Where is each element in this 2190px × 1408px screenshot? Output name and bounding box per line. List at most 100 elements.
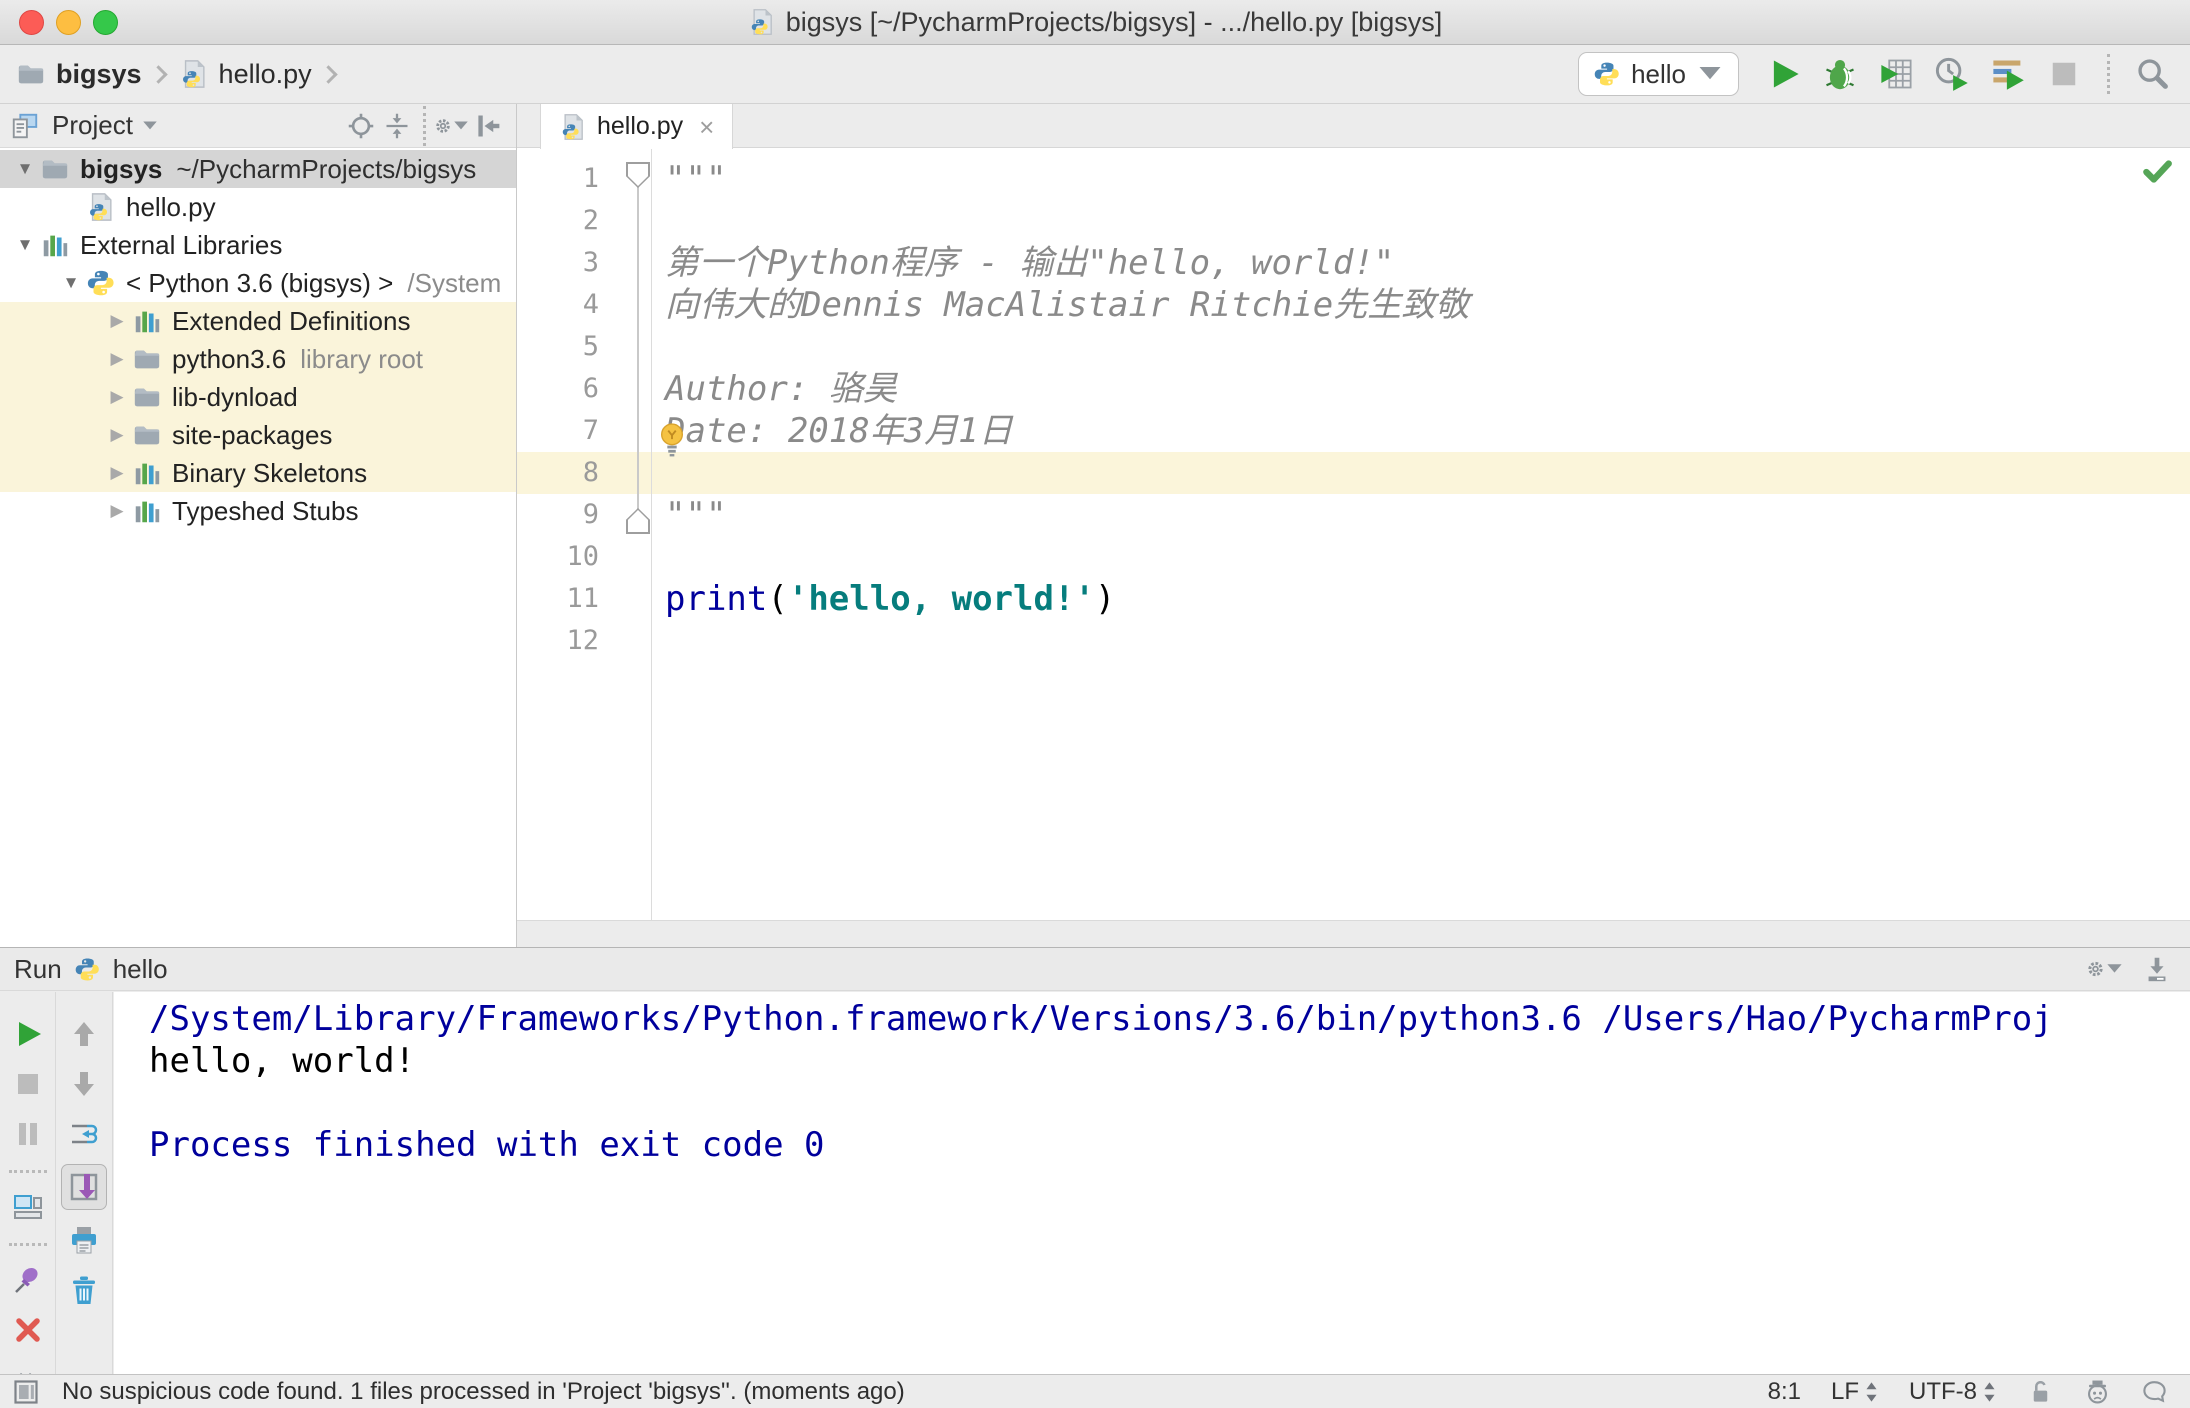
close-window-button[interactable] — [19, 9, 44, 35]
settings-button[interactable] — [2086, 950, 2124, 988]
code-line-6[interactable]: 6 Author: 骆昊 — [517, 368, 2190, 410]
locate-button[interactable] — [343, 108, 379, 144]
up-stack-trace-icon — [68, 1018, 100, 1050]
collapse-all-icon — [383, 112, 411, 140]
run-panel-header[interactable]: Run hello — [0, 947, 2190, 991]
up-stack-trace-button[interactable] — [64, 1014, 104, 1054]
stop-button[interactable] — [8, 1064, 48, 1104]
run-configuration-select[interactable]: hello — [1578, 52, 1739, 96]
code-token: 向伟大的Dennis MacAlistair Ritchie先生致敬 — [665, 285, 1470, 325]
project-panel-title[interactable]: Project — [52, 110, 133, 141]
search-everywhere-button[interactable] — [2132, 53, 2174, 95]
tree-item-label: Extended Definitions — [172, 305, 411, 336]
tree-item-external-libraries[interactable]: ▼ External Libraries — [0, 226, 516, 264]
settings-button[interactable] — [434, 108, 470, 144]
tree-item-label: python3.6 — [172, 343, 287, 374]
toolbar-actions — [1763, 53, 2174, 95]
tree-item-bigsys[interactable]: ▼ bigsys ~/PycharmProjects/bigsys — [0, 150, 516, 188]
tree-item-lib-dynload[interactable]: ▶ lib-dynload — [0, 378, 516, 416]
code-line-9[interactable]: 9 """ — [517, 494, 2190, 536]
run-with-coverage-button[interactable] — [1875, 53, 1917, 95]
tree-item-python-3-6-bigsys[interactable]: ▼ < Python 3.6 (bigsys) > /System — [0, 264, 516, 302]
close-button[interactable] — [8, 1310, 48, 1350]
scroll-down-icon — [2142, 954, 2172, 984]
tree-item-annotation: ~/PycharmProjects/bigsys — [176, 153, 477, 184]
code-line-1[interactable]: 1 """ — [517, 158, 2190, 200]
clear-all-button[interactable] — [64, 1270, 104, 1310]
window-title: bigsys [~/PycharmProjects/bigsys] - .../… — [785, 6, 1443, 37]
editor-scrollbar-strip[interactable] — [517, 920, 2190, 947]
code-line-2[interactable]: 2 — [517, 200, 2190, 242]
chevron-down-icon — [1696, 60, 1724, 88]
feedback-bubble-icon[interactable] — [2141, 1378, 2168, 1405]
code-line-3[interactable]: 3 第一个Python程序 - 输出"hello, world!" — [517, 242, 2190, 284]
project-tree: ▼ bigsys ~/PycharmProjects/bigsys hello.py ▼… — [0, 148, 516, 947]
clear-all-icon — [68, 1274, 100, 1306]
expand-arrow-icon[interactable]: ▶ — [102, 501, 132, 521]
intention-bulb-icon[interactable] — [657, 422, 687, 458]
close-tab-icon[interactable]: × — [699, 114, 714, 140]
print-button[interactable] — [64, 1220, 104, 1260]
line-separator-widget[interactable]: LF — [1831, 1378, 1879, 1406]
collapse-arrow-icon[interactable]: ▼ — [56, 273, 86, 293]
rerun-button[interactable] — [8, 1014, 48, 1054]
run-console[interactable]: /System/Library/Frameworks/Python.framew… — [114, 992, 2190, 1374]
hector-inspector-icon[interactable] — [2084, 1378, 2111, 1405]
expand-arrow-icon[interactable]: ▶ — [102, 463, 132, 483]
chevron-down-icon — [2105, 954, 2124, 984]
code-line-11[interactable]: 11 print('hello, world!') — [517, 578, 2190, 620]
code-line-5[interactable]: 5 — [517, 326, 2190, 368]
collapse-arrow-icon[interactable]: ▼ — [10, 159, 40, 179]
debug-button[interactable] — [1819, 53, 1861, 95]
restore-layout-icon — [12, 1191, 44, 1223]
minimize-window-button[interactable] — [56, 9, 81, 35]
pin-tab-icon — [12, 1264, 44, 1296]
code-line-10[interactable]: 10 — [517, 536, 2190, 578]
code-line-12[interactable]: 12 — [517, 620, 2190, 662]
zoom-window-button[interactable] — [93, 9, 118, 35]
soft-wrap-button[interactable] — [64, 1114, 104, 1154]
code-editor[interactable]: 1 """ 2 3 第一个Python程序 - 输出"hello, world!" 4 向伟… — [517, 148, 2190, 920]
inspection-ok-icon[interactable] — [2140, 154, 2174, 188]
caret-position-widget[interactable]: 8:1 — [1768, 1378, 1801, 1406]
tree-item-extended-definitions[interactable]: ▶ Extended Definitions — [0, 302, 516, 340]
code-line-7[interactable]: 7 Date: 2018年3月1日 — [517, 410, 2190, 457]
expand-arrow-icon[interactable]: ▶ — [102, 311, 132, 331]
tree-item-python3-6[interactable]: ▶ python3.6 library root — [0, 340, 516, 378]
code-line-8[interactable]: 8 — [517, 452, 2190, 494]
collapse-arrow-icon[interactable]: ▼ — [10, 235, 40, 255]
down-stack-trace-button[interactable] — [64, 1064, 104, 1104]
run-button[interactable] — [1763, 53, 1805, 95]
restore-layout-button[interactable] — [8, 1187, 48, 1227]
expand-arrow-icon[interactable]: ▶ — [102, 425, 132, 445]
line-number: 2 — [582, 205, 599, 236]
concurrency-diagram-button[interactable] — [1987, 53, 2029, 95]
rerun-icon — [12, 1018, 44, 1050]
tree-item-site-packages[interactable]: ▶ site-packages — [0, 416, 516, 454]
hide-panel-button[interactable] — [470, 108, 506, 144]
breadcrumb-item-bigsys[interactable]: bigsys — [16, 59, 142, 90]
tree-item-binary-skeletons[interactable]: ▶ Binary Skeletons — [0, 454, 516, 492]
title-bar[interactable]: bigsys [~/PycharmProjects/bigsys] - .../… — [0, 0, 2190, 45]
stop-button[interactable] — [2043, 53, 2085, 95]
editor-tab-hello-py[interactable]: hello.py × — [540, 104, 734, 149]
collapse-all-button[interactable] — [379, 108, 415, 144]
scroll-to-end-button[interactable] — [61, 1164, 107, 1210]
encoding-widget[interactable]: UTF-8 — [1909, 1378, 1997, 1406]
expand-arrow-icon[interactable]: ▶ — [102, 387, 132, 407]
tree-item-annotation: library root — [300, 343, 424, 374]
tool-window-switcher-icon[interactable] — [12, 1378, 40, 1406]
pause-output-button[interactable] — [8, 1114, 48, 1154]
tree-item-typeshed-stubs[interactable]: ▶ Typeshed Stubs — [0, 492, 516, 530]
code-text: Author: 骆昊 — [651, 368, 897, 410]
profile-button[interactable] — [1931, 53, 1973, 95]
tree-item-annotation: /System — [407, 267, 502, 298]
breadcrumb-item-hello-py[interactable]: hello.py — [179, 59, 312, 90]
chevron-down-icon[interactable] — [141, 120, 159, 132]
pin-tab-button[interactable] — [8, 1260, 48, 1300]
expand-arrow-icon[interactable]: ▶ — [102, 349, 132, 369]
code-line-4[interactable]: 4 向伟大的Dennis MacAlistair Ritchie先生致敬 — [517, 284, 2190, 326]
unlock-icon[interactable] — [2027, 1378, 2054, 1405]
scroll-down-button[interactable] — [2138, 950, 2176, 988]
tree-item-hello-py[interactable]: hello.py — [0, 188, 516, 226]
